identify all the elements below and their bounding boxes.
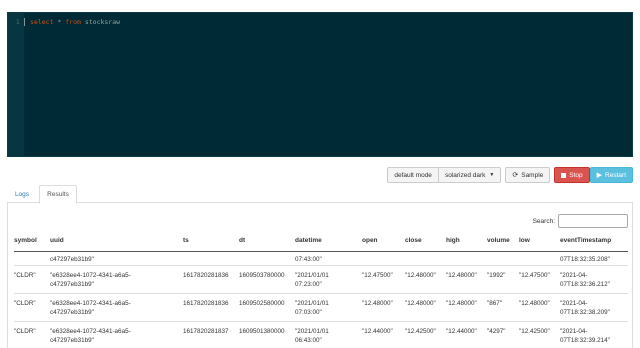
table-row: c47297eb31b9" 07:43:00" 07T18:32:35.208" (14, 252, 628, 266)
column-header-dt[interactable]: dt (239, 237, 245, 244)
table-row: "CLDR" "e6328ee4-1072-4341-a6a5- c47297e… (14, 266, 628, 294)
cell-open: "12.47500" (362, 272, 393, 279)
cell-ts: 1617820281837 (183, 328, 229, 335)
theme-dropdown[interactable]: solarized dark ▼ (438, 167, 502, 183)
cell-open: "12.48000" (362, 300, 393, 307)
cell-symbol: "CLDR" (14, 300, 36, 307)
mode-button[interactable]: default mode (387, 167, 439, 183)
cell-close: "12.42500" (405, 328, 436, 335)
search-input[interactable] (558, 214, 628, 228)
editor-code-line[interactable]: select * from stocksraw (30, 18, 120, 26)
column-header-uuid[interactable]: uuid (50, 237, 64, 244)
table-row: "CLDR" "e6328ee4-1072-4341-a6a5- c47297e… (14, 294, 628, 322)
table-row: "CLDR" "e6328ee4-1072-4341-a6a5- c47297e… (14, 322, 628, 348)
column-header-high[interactable]: high (446, 237, 460, 244)
cell-datetime-cont: 06:43:00" (295, 337, 322, 344)
cell-low: "12.48000" (519, 300, 550, 307)
cell-dt: 1609502580000 (239, 300, 285, 307)
keyword-select: select (30, 18, 54, 26)
search-box: Search: (533, 214, 628, 228)
editor-gutter: 1 (8, 13, 24, 156)
cell-low: "12.42500" (519, 328, 550, 335)
sql-editor[interactable]: 1 select * from stocksraw (7, 12, 633, 157)
operator-star: * (57, 18, 62, 26)
table-identifier: stocksraw (84, 18, 121, 26)
cell-dt: 1609501380000 (239, 328, 285, 335)
sample-label: Sample (521, 171, 544, 179)
cell-uuid: c47297eb31b9" (50, 256, 94, 263)
cell-uuid-cont: c47297eb31b9" (50, 309, 94, 316)
column-header-eventtimestamp[interactable]: eventTimestamp (560, 237, 611, 244)
run-group: Stop ▶ Restart (554, 167, 633, 183)
cell-uuid: "e6328ee4-1072-4341-a6a5- (50, 272, 131, 279)
restart-button[interactable]: ▶ Restart (589, 167, 633, 183)
cell-open: "12.44000" (362, 328, 393, 335)
cell-datetime-cont: 07:23:00" (295, 281, 322, 288)
stop-label: Stop (569, 171, 583, 179)
refresh-icon: ⟳ (512, 172, 519, 179)
column-header-open[interactable]: open (362, 237, 378, 244)
mode-label: default mode (394, 171, 432, 179)
column-header-symbol[interactable]: symbol (14, 237, 37, 244)
column-header-close[interactable]: close (405, 237, 422, 244)
cell-high: "12.48000" (446, 272, 477, 279)
column-header-ts[interactable]: ts (183, 237, 189, 244)
cell-datetime: "2021/01/01 (295, 272, 329, 279)
cell-volume: "4297" (487, 328, 506, 335)
column-header-volume[interactable]: volume (487, 237, 510, 244)
cell-low: "12.47500" (519, 272, 550, 279)
cell-symbol: "CLDR" (14, 328, 36, 335)
stop-button[interactable]: Stop (554, 167, 590, 183)
page: 1 select * from stocksraw default mode s… (0, 0, 640, 348)
cell-uuid: "e6328ee4-1072-4341-a6a5- (50, 328, 131, 335)
cell-ts: 1617820281836 (183, 272, 229, 279)
editor-toolbar: default mode solarized dark ▼ ⟳ Sample Sto… (387, 167, 633, 183)
cell-uuid: "e6328ee4-1072-4341-a6a5- (50, 300, 131, 307)
sample-button[interactable]: ⟳ Sample (505, 167, 551, 183)
cell-close: "12.48000" (405, 300, 436, 307)
cell-high: "12.48000" (446, 300, 477, 307)
cell-high: "12.44000" (446, 328, 477, 335)
cell-datetime: "2021/01/01 (295, 328, 329, 335)
keyword-from: from (65, 18, 81, 26)
column-header-datetime[interactable]: datetime (295, 237, 322, 244)
search-label: Search: (532, 217, 555, 225)
cell-eventtimestamp: 07T18:32:35.208" (560, 256, 610, 263)
editor-cursor (24, 18, 25, 26)
tab-logs[interactable]: Logs (11, 185, 33, 203)
play-icon: ▶ (596, 172, 603, 179)
cell-datetime: 07:43:00" (295, 256, 322, 263)
cell-datetime-cont: 07:03:00" (295, 309, 322, 316)
cell-ts: 1617820281836 (183, 300, 229, 307)
cell-uuid-cont: c47297eb31b9" (50, 281, 94, 288)
cell-volume: "867" (487, 300, 502, 307)
cell-volume: "1992" (487, 272, 506, 279)
cell-close: "12.48000" (405, 272, 436, 279)
restart-label: Restart (605, 171, 626, 179)
cell-eventtimestamp-cont: 07T18:32:38.209" (560, 309, 610, 316)
cell-eventtimestamp: "2021-04- (560, 328, 588, 335)
cell-datetime: "2021/01/01 (295, 300, 329, 307)
result-tabs: Logs Results (7, 185, 633, 204)
theme-label: solarized dark (444, 171, 486, 179)
tab-results[interactable]: Results (39, 185, 77, 204)
stop-icon (561, 172, 567, 178)
cell-eventtimestamp-cont: 07T18:32:36.212" (560, 281, 610, 288)
cell-eventtimestamp: "2021-04- (560, 300, 588, 307)
cell-eventtimestamp: "2021-04- (560, 272, 588, 279)
cell-eventtimestamp-cont: 07T18:32:39.214" (560, 337, 610, 344)
cell-symbol: "CLDR" (14, 272, 36, 279)
mode-theme-group: default mode solarized dark ▼ (387, 167, 502, 183)
results-panel: Search: symbol uuid ts dt datetime open … (7, 203, 633, 348)
column-header-low[interactable]: low (519, 237, 530, 244)
line-number: 1 (16, 19, 20, 26)
cell-dt: 1609503780000 (239, 272, 285, 279)
caret-down-icon: ▼ (489, 172, 495, 178)
cell-uuid-cont: c47297eb31b9" (50, 337, 94, 344)
